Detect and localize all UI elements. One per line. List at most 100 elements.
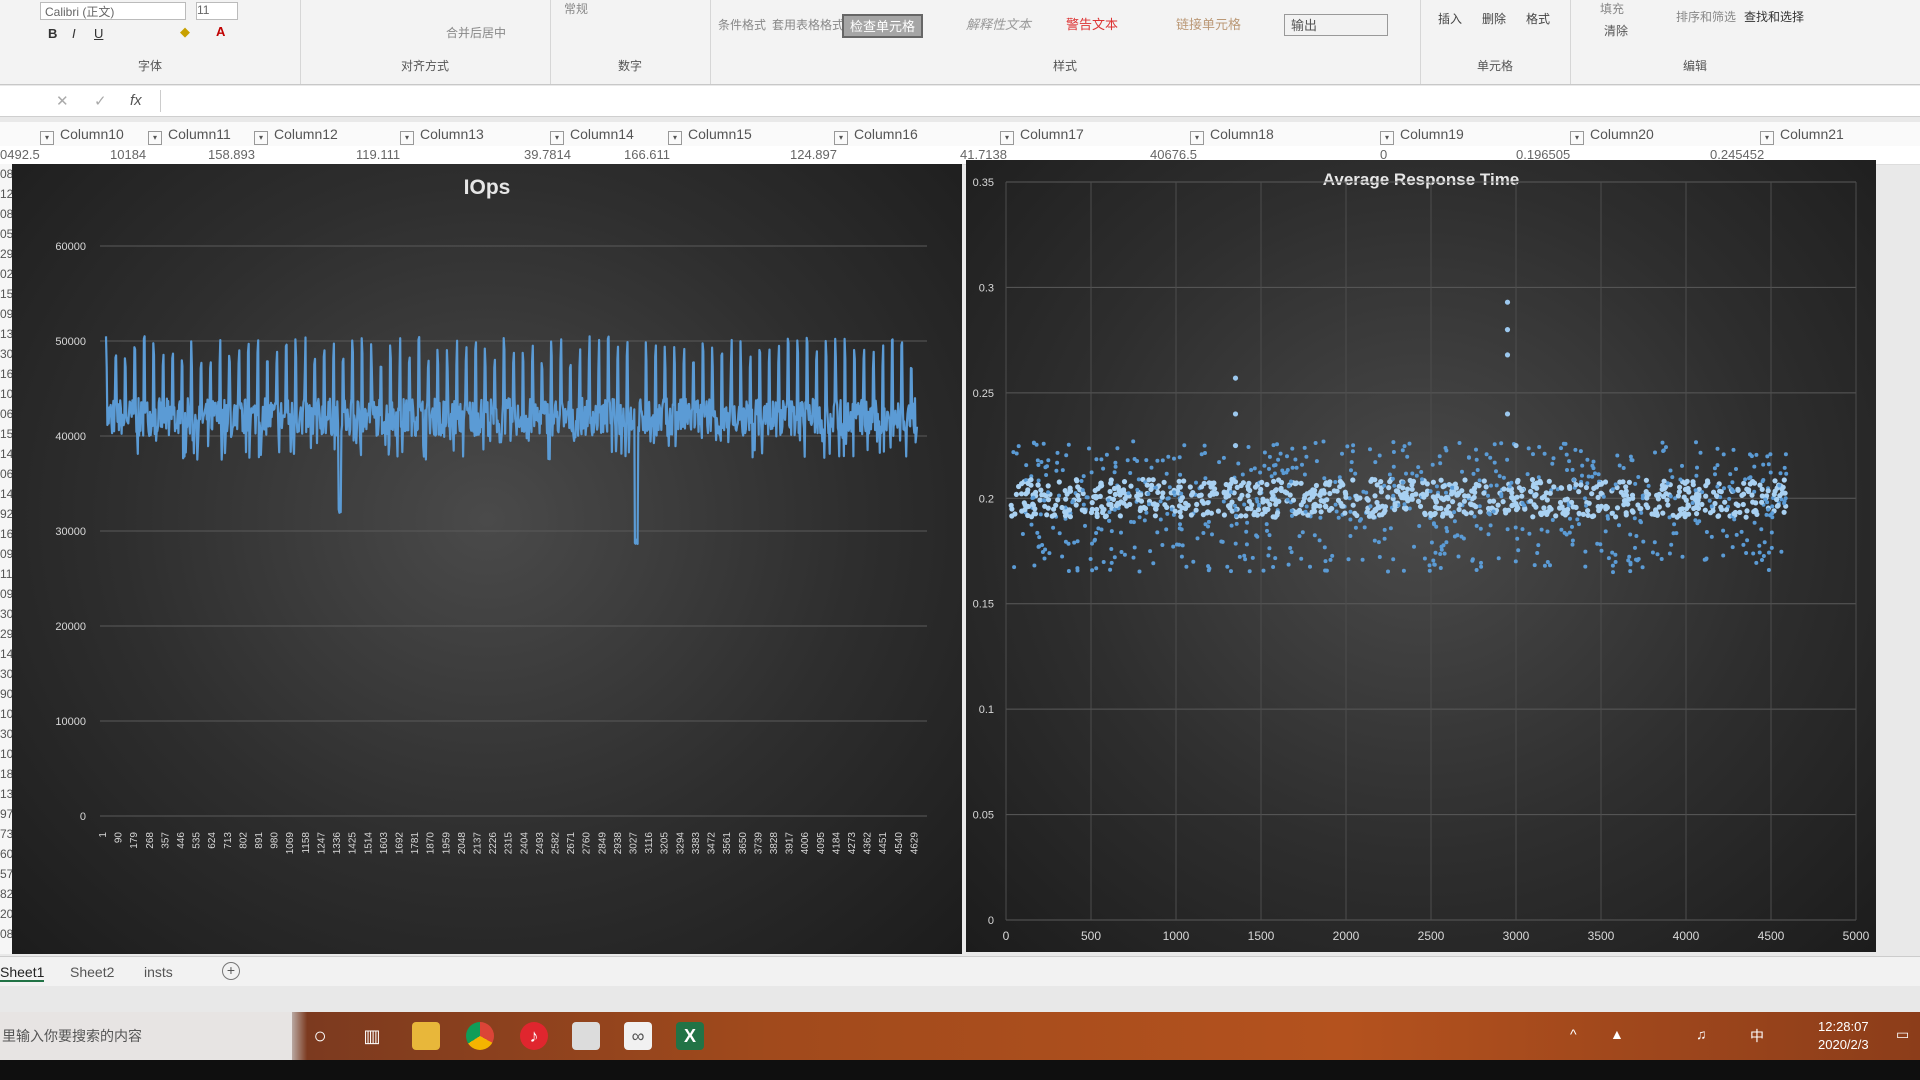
scatter-point <box>1580 511 1586 517</box>
filter-dropdown-icon[interactable]: ▾ <box>1570 131 1584 145</box>
format-button[interactable]: 格式 <box>1526 10 1550 27</box>
tray-ime-label[interactable]: 中 <box>1750 1026 1764 1046</box>
column-header-20[interactable]: ▾ Column20 <box>1570 126 1654 145</box>
italic-button[interactable]: I <box>72 26 76 41</box>
task-view-icon[interactable]: ▥ <box>358 1022 386 1050</box>
table-cell[interactable]: 0492.5 <box>0 147 40 162</box>
x-tick-label: 3472 <box>707 832 718 855</box>
response-time-chart[interactable]: Average Response Time 0 0.05 0.1 0.15 0.2 0.2… <box>966 160 1876 952</box>
filter-dropdown-icon[interactable]: ▾ <box>254 131 268 145</box>
tray-network-icon[interactable]: ▲ <box>1610 1026 1624 1042</box>
scatter-point <box>1312 508 1318 514</box>
add-sheet-icon[interactable]: + <box>222 962 240 980</box>
scatter-point <box>1693 504 1699 511</box>
column-header-19[interactable]: ▾ Column19 <box>1380 126 1464 145</box>
scatter-point <box>1693 488 1698 493</box>
column-header-13[interactable]: ▾ Column13 <box>400 126 484 145</box>
scatter-point <box>1565 468 1569 472</box>
scatter-point <box>1407 441 1412 446</box>
scatter-point <box>1564 452 1569 457</box>
column-header-10[interactable]: ▾ Column10 <box>40 126 124 145</box>
merge-center-button[interactable]: 合并后居中 <box>446 24 506 41</box>
column-header-11[interactable]: ▾ Column11 <box>148 126 231 145</box>
scatter-point <box>1039 492 1045 498</box>
scatter-point <box>1441 483 1447 489</box>
column-header-17[interactable]: ▾ Column17 <box>1000 126 1084 145</box>
fill-color-icon[interactable]: ◆ <box>180 24 190 40</box>
column-header-14[interactable]: ▾ Column14 <box>550 126 634 145</box>
fill-button[interactable]: 填充 <box>1600 0 1624 17</box>
filter-dropdown-icon[interactable]: ▾ <box>40 131 54 145</box>
scatter-point <box>1285 468 1290 472</box>
font-color-icon[interactable]: A <box>216 24 225 39</box>
find-select-button[interactable]: 查找和选择 <box>1744 8 1804 25</box>
insert-button[interactable]: 插入 <box>1438 10 1462 27</box>
cortana-icon[interactable]: ○ <box>306 1022 334 1050</box>
filter-dropdown-icon[interactable]: ▾ <box>148 131 162 145</box>
link-app-icon[interactable]: ∞ <box>624 1022 652 1050</box>
scatter-point <box>1064 453 1069 458</box>
underline-button[interactable]: U <box>94 26 103 41</box>
column-header-16[interactable]: ▾ Column16 <box>834 126 918 145</box>
filter-dropdown-icon[interactable]: ▾ <box>834 131 848 145</box>
table-cell[interactable]: 119.111 <box>356 147 400 162</box>
column-header-18[interactable]: ▾ Column18 <box>1190 126 1274 145</box>
file-explorer-icon[interactable] <box>412 1022 440 1050</box>
font-size-box[interactable]: 11 <box>196 2 238 20</box>
scatter-point <box>1209 490 1215 496</box>
tray-chevron-icon[interactable]: ^ <box>1570 1026 1577 1042</box>
x-tick-label: 2226 <box>488 832 499 855</box>
netease-music-icon[interactable]: ♪ <box>520 1022 548 1050</box>
function-icon[interactable]: fx <box>130 92 142 109</box>
bold-button[interactable]: B <box>48 26 57 41</box>
table-format-button[interactable]: 套用表格格式 <box>772 16 844 33</box>
filter-dropdown-icon[interactable]: ▾ <box>550 131 564 145</box>
scatter-point <box>1135 496 1141 503</box>
style-check-cell[interactable]: 检查单元格 <box>842 14 924 38</box>
filter-dropdown-icon[interactable]: ▾ <box>1000 131 1014 145</box>
conditional-format-button[interactable]: 条件格式 <box>718 16 766 33</box>
filter-dropdown-icon[interactable]: ▾ <box>1190 131 1204 145</box>
sheet-tab-3[interactable]: insts <box>144 964 173 980</box>
style-explain[interactable]: 解释性文本 <box>960 14 1037 34</box>
font-name-box[interactable]: Calibri (正文) <box>40 2 186 20</box>
taskbar-search-box[interactable]: 里输入你要搜索的内容 <box>0 1012 292 1060</box>
scatter-point <box>1115 484 1121 490</box>
style-output[interactable]: 输出 <box>1284 14 1388 36</box>
table-cell[interactable]: 124.897 <box>790 147 837 162</box>
table-cell[interactable]: 10184 <box>110 147 146 162</box>
column-header-21[interactable]: ▾ Column21 <box>1760 126 1844 145</box>
sheet-tab-1[interactable]: Sheet1 <box>0 964 45 982</box>
chrome-icon[interactable] <box>466 1022 494 1050</box>
app-icon[interactable] <box>572 1022 600 1050</box>
filter-dropdown-icon[interactable]: ▾ <box>1380 131 1394 145</box>
cancel-icon[interactable]: ✕ <box>56 92 69 110</box>
table-cell[interactable]: 166.611 <box>624 147 670 162</box>
sort-filter-button[interactable]: 排序和筛选 <box>1676 8 1736 25</box>
outlier-point <box>1232 375 1239 381</box>
scatter-point <box>1099 483 1105 489</box>
excel-icon[interactable]: X <box>676 1022 704 1050</box>
scatter-point <box>1051 512 1058 518</box>
scatter-point <box>1557 505 1563 511</box>
table-cell[interactable]: 39.7814 <box>524 147 571 162</box>
filter-dropdown-icon[interactable]: ▾ <box>668 131 682 145</box>
sheet-tab-2[interactable]: Sheet2 <box>70 964 114 980</box>
column-header-15[interactable]: ▾ Column15 <box>668 126 752 145</box>
style-warn[interactable]: 警告文本 <box>1060 14 1124 34</box>
clear-button[interactable]: 清除 <box>1604 22 1628 39</box>
taskbar-clock[interactable]: 12:28:07 2020/2/3 <box>1818 1018 1869 1054</box>
number-format-box[interactable]: 常规 <box>564 0 588 17</box>
table-cell[interactable]: 158.893 <box>208 147 255 162</box>
filter-dropdown-icon[interactable]: ▾ <box>1760 131 1774 145</box>
style-link[interactable]: 链接单元格 <box>1170 14 1247 34</box>
filter-dropdown-icon[interactable]: ▾ <box>400 131 414 145</box>
iops-chart[interactable]: IOps 0 10000 20000 30000 40000 50000 60000 1 90 1… <box>12 164 962 954</box>
tray-volume-icon[interactable]: ♫ <box>1696 1026 1707 1042</box>
delete-button[interactable]: 删除 <box>1482 10 1506 27</box>
scatter-point <box>1766 462 1771 467</box>
enter-icon[interactable]: ✓ <box>94 92 107 110</box>
notification-icon[interactable]: ▭ <box>1896 1026 1909 1043</box>
scatter-point <box>1674 531 1679 536</box>
column-header-12[interactable]: ▾ Column12 <box>254 126 338 145</box>
